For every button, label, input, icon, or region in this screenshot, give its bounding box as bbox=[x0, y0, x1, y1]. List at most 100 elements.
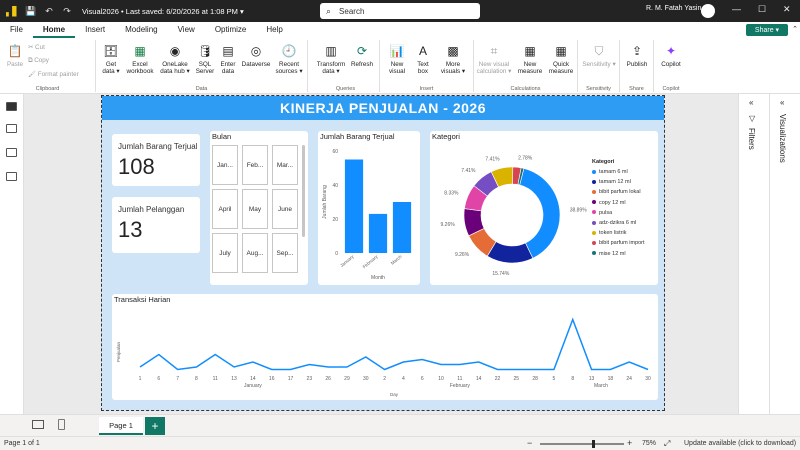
bar-x-tick-label: March bbox=[390, 254, 403, 266]
line-x-tick-label: 14 bbox=[476, 376, 482, 382]
slicer-item[interactable]: April bbox=[212, 189, 238, 229]
bar-chart-card[interactable]: Jumlah Barang Terjual 0 20 40 60 January Febr… bbox=[318, 131, 420, 285]
legend-swatch bbox=[592, 251, 596, 256]
slicer-scrollbar[interactable] bbox=[302, 145, 305, 237]
sql-server-button[interactable]: 🛢 SQL Server bbox=[194, 44, 216, 75]
new-visual-calculation-button[interactable]: ⌗ New visual calculation ▾ bbox=[474, 44, 514, 75]
kpi-card-customers[interactable]: Jumlah Pelanggan 13 bbox=[112, 197, 200, 253]
kpi-card-items-sold[interactable]: Jumlah Barang Terjual 108 bbox=[112, 134, 200, 186]
menu-view[interactable]: View bbox=[168, 22, 205, 38]
visualizations-pane[interactable]: « Visualizations bbox=[769, 94, 800, 414]
menu-modeling[interactable]: Modeling bbox=[115, 22, 167, 38]
table-view-icon[interactable] bbox=[6, 124, 17, 133]
slicer-item[interactable]: Mar... bbox=[272, 145, 298, 185]
text-box-button[interactable]: A Text box bbox=[412, 44, 434, 75]
donut-data-label: 9.26% bbox=[455, 252, 470, 258]
paste-button[interactable]: 📋 Paste bbox=[4, 44, 26, 68]
get-data-button[interactable]: 🗄 Get data ▾ bbox=[100, 44, 122, 75]
slicer-item[interactable]: June bbox=[272, 189, 298, 229]
donut-legend-item[interactable]: adz-dzikra 6 ml bbox=[592, 220, 636, 226]
menu-file[interactable]: File bbox=[0, 22, 33, 38]
donut-legend-item[interactable]: bibit parfum import bbox=[592, 240, 645, 246]
slicer-item[interactable]: May bbox=[242, 189, 268, 229]
legend-label: adz-dzikra 6 ml bbox=[599, 220, 637, 226]
update-notice[interactable]: Update available (click to download) bbox=[684, 440, 796, 447]
visualizations-label: Visualizations bbox=[778, 114, 787, 163]
collapse-ribbon-icon[interactable]: ⌃ bbox=[792, 25, 798, 33]
save-icon[interactable]: 💾 bbox=[22, 6, 40, 17]
slicer-item[interactable]: July bbox=[212, 233, 238, 273]
dataverse-button[interactable]: ◎ Dataverse bbox=[240, 44, 272, 68]
slicer-item[interactable]: Jan... bbox=[212, 145, 238, 185]
report-view-icon[interactable] bbox=[6, 102, 17, 111]
enter-data-button[interactable]: ▤ Enter data bbox=[217, 44, 239, 75]
donut-legend-item[interactable]: tamam 12 ml bbox=[592, 179, 631, 185]
copilot-button[interactable]: ✦ Copilot bbox=[656, 44, 686, 68]
menu-optimize[interactable]: Optimize bbox=[205, 22, 257, 38]
view-switcher-rail bbox=[0, 94, 24, 414]
mobile-layout-icon[interactable] bbox=[58, 419, 65, 430]
filters-label: Filters bbox=[747, 128, 756, 150]
zoom-slider[interactable] bbox=[540, 443, 624, 445]
new-measure-button[interactable]: ▦ New measure bbox=[516, 44, 544, 75]
transform-data-button[interactable]: ▥ Transform data ▾ bbox=[314, 44, 348, 75]
line-x-tick-label: 11 bbox=[213, 376, 218, 382]
format-painter-button[interactable]: 🖌 Format painter bbox=[28, 70, 79, 78]
group-label-queries: Queries bbox=[335, 86, 356, 92]
desktop-layout-icon[interactable] bbox=[32, 420, 44, 429]
recent-sources-button[interactable]: 🕘 Recent sources ▾ bbox=[273, 44, 305, 75]
line-x-tick-label: 2 bbox=[383, 376, 386, 382]
share-button[interactable]: Share ▾ bbox=[746, 24, 788, 36]
minimize-icon[interactable]: — bbox=[732, 4, 741, 14]
menu-insert[interactable]: Insert bbox=[75, 22, 115, 38]
more-visuals-button[interactable]: ▩ More visuals ▾ bbox=[436, 44, 470, 75]
filters-pane[interactable]: « ▽ Filters bbox=[738, 94, 769, 414]
donut-chart-card[interactable]: Kategori 38.89% 15.74% 9.26% 9.26% 8.33% 7.41… bbox=[430, 131, 658, 285]
close-icon[interactable]: ✕ bbox=[783, 4, 791, 15]
new-visual-button[interactable]: 📊 New visual bbox=[384, 44, 410, 75]
model-view-icon[interactable] bbox=[6, 148, 17, 157]
table-icon: ▤ bbox=[222, 44, 234, 58]
legend-label: tamam 6 ml bbox=[599, 169, 628, 175]
bar bbox=[344, 159, 364, 253]
donut-legend-item[interactable]: pulsa bbox=[592, 210, 612, 216]
donut-legend: Kategori tamam 6 ml tamam 12 ml bibit parfu… bbox=[592, 159, 656, 269]
add-page-button[interactable]: + bbox=[145, 417, 165, 435]
slicer-item[interactable]: Aug... bbox=[242, 233, 268, 273]
redo-icon[interactable]: ↷ bbox=[58, 6, 76, 17]
donut-legend-item[interactable]: token listrik bbox=[592, 230, 627, 236]
refresh-button[interactable]: ⟳ Refresh bbox=[348, 44, 376, 68]
publish-button[interactable]: ⇪ Publish bbox=[622, 44, 652, 68]
excel-workbook-button[interactable]: ▦ Excel workbook bbox=[124, 44, 156, 75]
fit-page-icon[interactable]: ⤢ bbox=[664, 439, 670, 449]
line-chart-card[interactable]: Transaksi Harian 1 6 7 8 11 13 14 16 17 23 26 29 30 2… bbox=[112, 294, 658, 400]
sensitivity-button[interactable]: ⛉ Sensitivity ▾ bbox=[580, 44, 618, 68]
search-box[interactable]: ⌕ Search bbox=[320, 3, 480, 19]
donut-legend-item[interactable]: bibit parfum lokal bbox=[592, 189, 641, 195]
group-label-clipboard: Clipboard bbox=[35, 86, 60, 92]
donut-legend-item[interactable]: tamam 6 ml bbox=[592, 169, 628, 175]
maximize-icon[interactable]: ☐ bbox=[758, 4, 766, 15]
onelake-button[interactable]: ◉ OneLake data hub ▾ bbox=[158, 44, 192, 75]
avatar[interactable] bbox=[701, 4, 715, 18]
zoom-in-button[interactable]: + bbox=[627, 438, 632, 448]
zoom-slider-thumb[interactable] bbox=[592, 440, 595, 448]
quick-measure-button[interactable]: ▦ Quick measure bbox=[546, 44, 576, 75]
menu-help[interactable]: Help bbox=[256, 22, 292, 38]
filters-expand-icon[interactable]: « bbox=[749, 98, 753, 107]
zoom-out-button[interactable]: − bbox=[527, 438, 532, 448]
page-tab-1[interactable]: Page 1 bbox=[99, 417, 143, 435]
visualizations-expand-icon[interactable]: « bbox=[780, 98, 784, 107]
dax-query-view-icon[interactable] bbox=[6, 172, 17, 181]
slicer-item[interactable]: Feb... bbox=[242, 145, 268, 185]
menu-home[interactable]: Home bbox=[32, 22, 76, 38]
donut-legend-item[interactable]: copy 12 ml bbox=[592, 200, 626, 206]
donut-legend-item[interactable]: mise 12 ml bbox=[592, 251, 626, 257]
copy-button[interactable]: ⧉ Copy bbox=[28, 57, 49, 65]
copilot-label: Copilot bbox=[661, 61, 681, 68]
new-visual-label: New visual bbox=[388, 61, 406, 75]
undo-icon[interactable]: ↶ bbox=[40, 6, 58, 17]
cut-button[interactable]: ✂ Cut bbox=[28, 44, 45, 51]
document-title[interactable]: Visual2026 • Last saved: 6/20/2026 at 1:… bbox=[82, 7, 244, 16]
slicer-item[interactable]: Sep... bbox=[272, 233, 298, 273]
